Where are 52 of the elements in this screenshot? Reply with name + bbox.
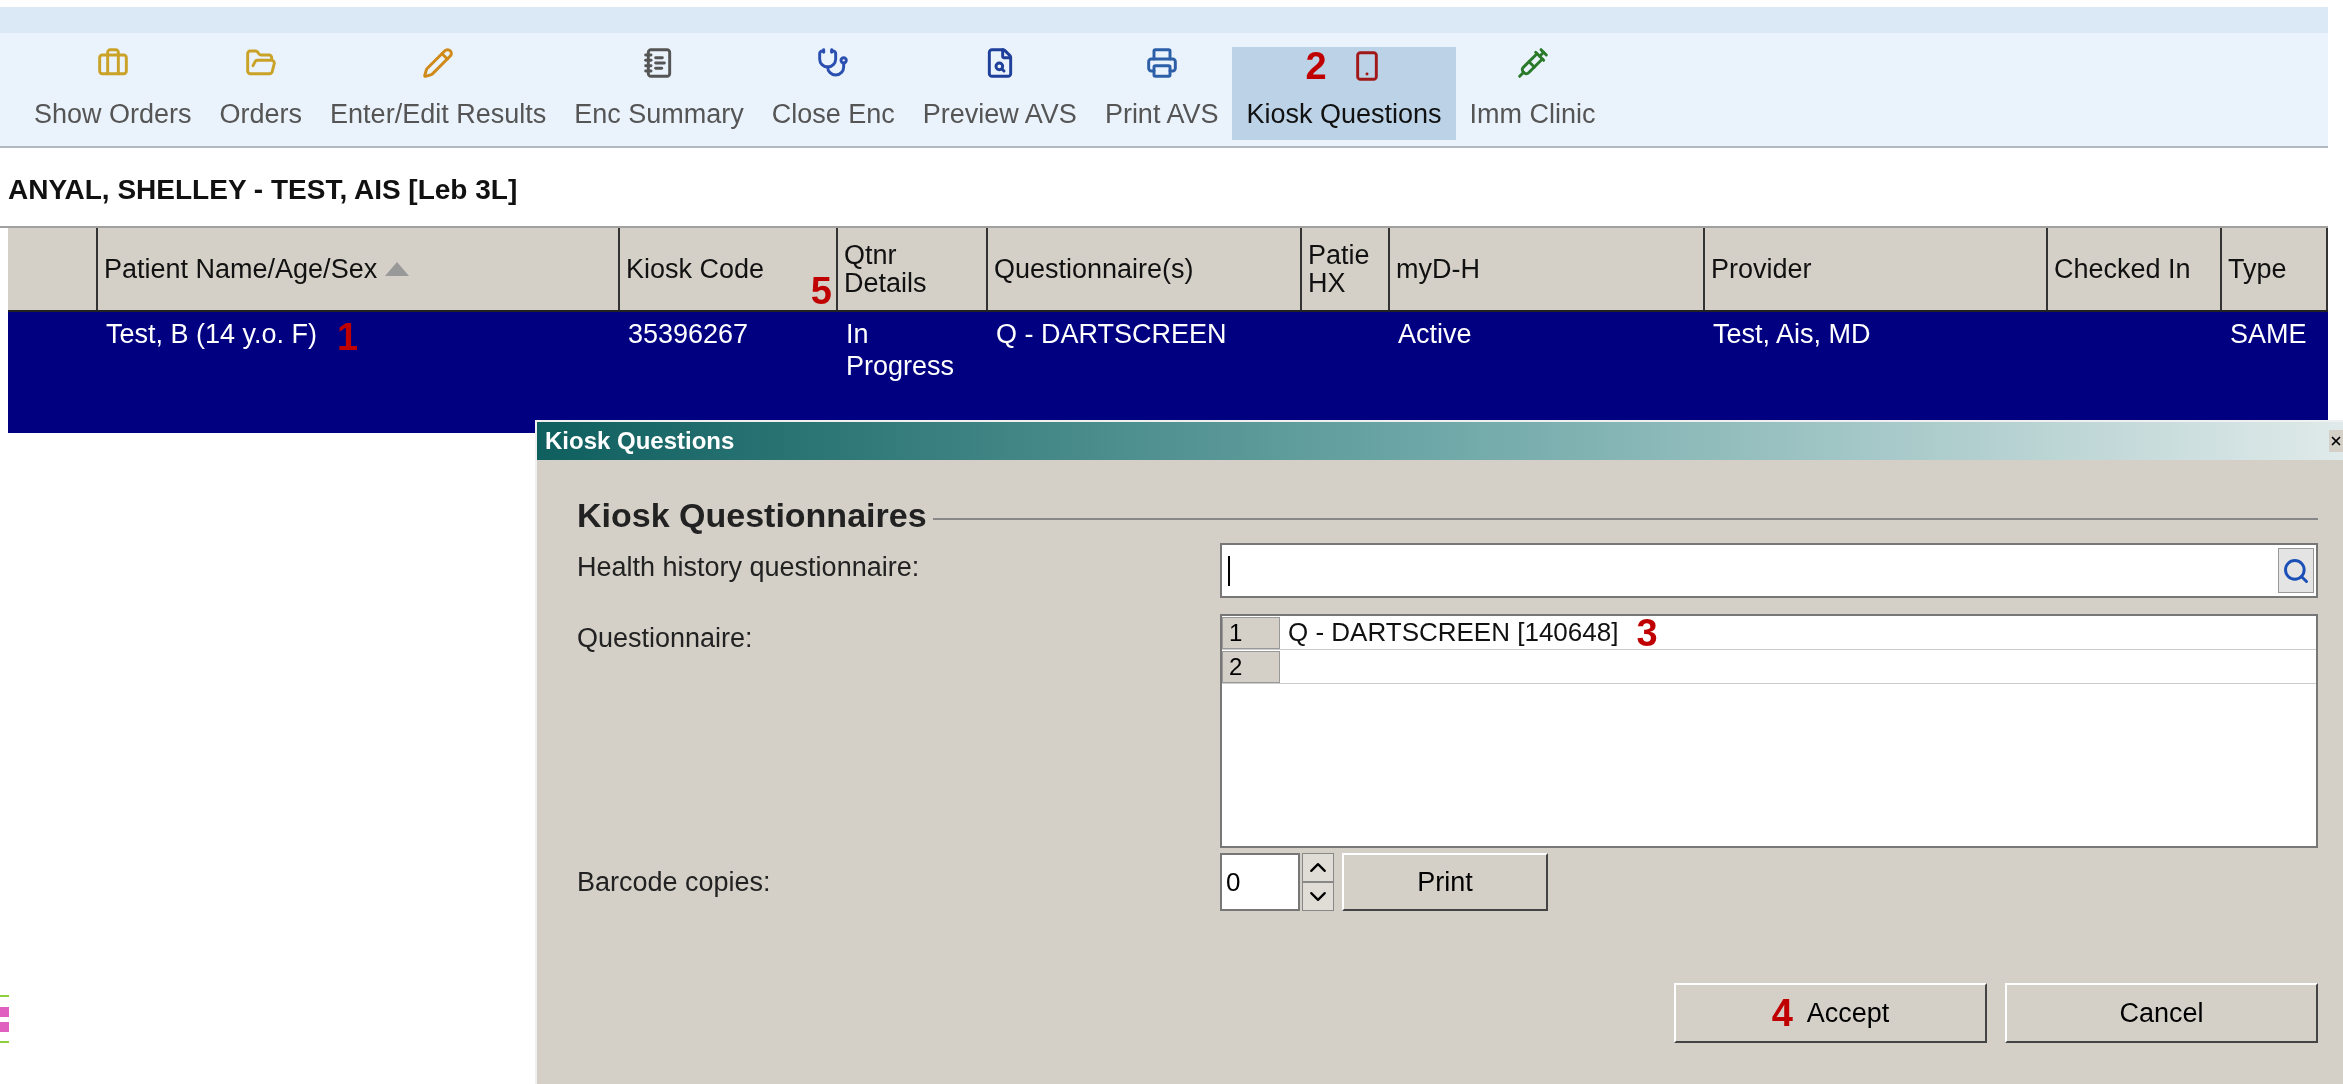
column-header[interactable]: Type [2222, 228, 2328, 310]
column-header[interactable]: Provider [1705, 228, 2048, 310]
toolbar-button[interactable]: Orders [205, 47, 317, 140]
patient-header: ANYAL, SHELLEY - TEST, AIS [Leb 3L] [7, 174, 519, 206]
toolbar-button[interactable]: Print AVS [1090, 47, 1233, 140]
field-label: Health history questionnaire: [577, 551, 921, 584]
print-button[interactable]: Print [1342, 853, 1548, 911]
toolbar-button[interactable]: Enc Summary [560, 47, 758, 140]
section-heading: Kiosk Questionnaires [577, 495, 927, 536]
field-label: Barcode copies: [577, 865, 772, 899]
table-cell: SAME [2230, 318, 2307, 350]
toolbar-button[interactable]: Imm Clinic [1455, 47, 1610, 140]
close-icon[interactable] [2329, 430, 2343, 452]
column-header[interactable]: Kiosk Code 5 [620, 228, 838, 310]
row-number: 2 [1222, 650, 1280, 683]
dialog-button[interactable]: Cancel [2005, 983, 2318, 1043]
column-header[interactable]: Patie HX [1302, 228, 1390, 310]
questionnaire-entry: Q - DARTSCREEN [140648] [1288, 616, 1619, 649]
column-header[interactable]: Questionnaire(s) [988, 228, 1302, 310]
app-icon [0, 995, 9, 1043]
callout-number: 5 [810, 270, 832, 310]
barcode-copies-field[interactable]: 0 [1220, 853, 1300, 911]
health-history-field[interactable] [1220, 543, 2318, 598]
search-button[interactable] [2278, 548, 2314, 593]
spinner[interactable] [1302, 853, 1334, 911]
toolbar-button[interactable]: Enter/Edit Results [316, 47, 561, 140]
callout-number: 1 [337, 318, 359, 356]
callout-number: 2 [1305, 47, 1327, 85]
row-number: 1 [1222, 616, 1280, 649]
column-header[interactable]: Qtnr Details [838, 228, 988, 310]
table-cell: Active [1398, 318, 1472, 350]
callout-number: 3 [1636, 613, 1658, 652]
table-cell: Test, B (14 y.o. F) [106, 318, 318, 350]
table-cell: Q - DARTSCREEN [996, 318, 1227, 350]
column-header[interactable]: myD-H [1390, 228, 1705, 310]
questionnaire-list[interactable]: 1 Q - DARTSCREEN [140648] 3 2 [1220, 614, 2318, 848]
column-header[interactable]: Checked In [2048, 228, 2222, 310]
field-label: Questionnaire: [577, 622, 754, 655]
table-cell-text: In Progress [846, 318, 956, 382]
search-icon [2282, 556, 2310, 585]
syringe-icon [1516, 47, 1549, 79]
table-cell: Test, Ais, MD [1713, 318, 1871, 350]
pencil-icon [422, 47, 455, 79]
toolbar-button[interactable]: 2 Kiosk Questions [1232, 47, 1456, 140]
printer-icon [1145, 47, 1178, 79]
dialog-button[interactable]: 4 Accept [1674, 983, 1987, 1043]
toolbar-button[interactable]: Close Enc [757, 47, 909, 140]
table-cell: 35396267 [628, 318, 749, 350]
toolbar-button[interactable]: Show Orders [20, 47, 206, 140]
column-header[interactable]: Patient Name/Age/Sex [98, 228, 620, 310]
toolbar-button[interactable]: Preview AVS [908, 47, 1091, 140]
stethoscope-icon [817, 47, 850, 79]
